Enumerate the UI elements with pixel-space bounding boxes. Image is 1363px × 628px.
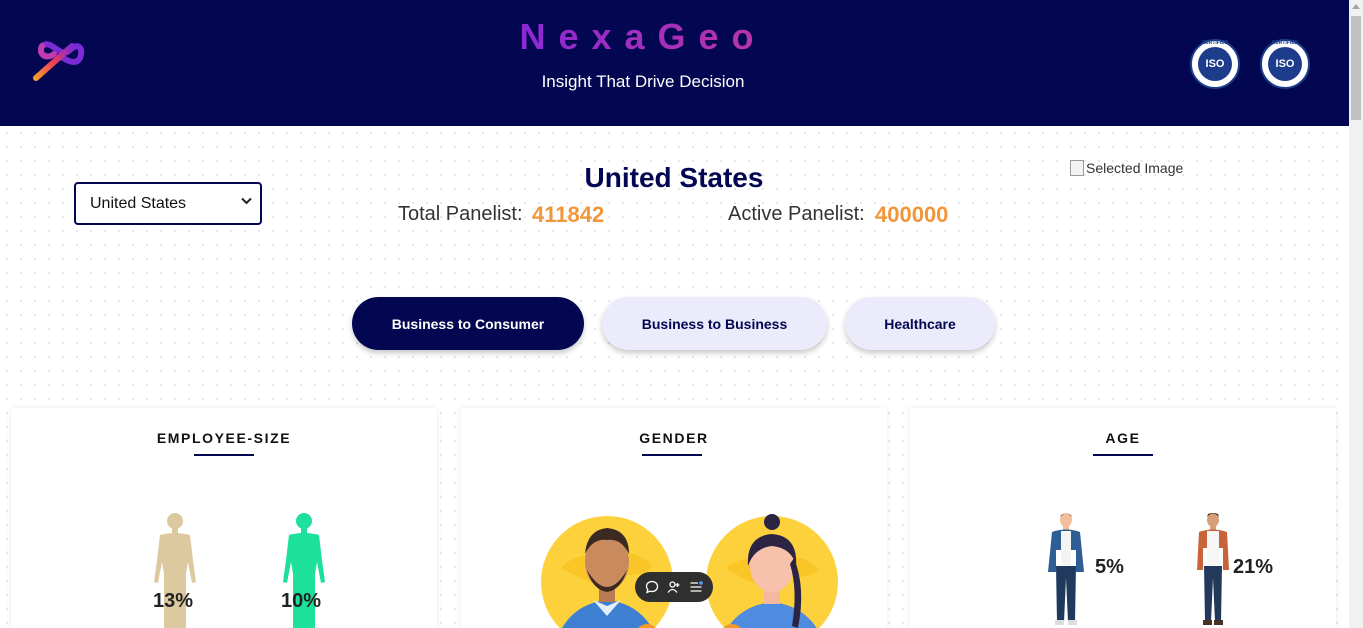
country-dropdown-value: United States	[90, 194, 187, 212]
iso-badge-top-text: CERTIFIED	[1271, 40, 1299, 46]
active-panelist-value: 400000	[875, 202, 949, 227]
adult-man-figure-icon	[1197, 513, 1229, 625]
total-panelist-value: 411842	[532, 202, 605, 227]
selected-country-image: Selected Image	[1070, 160, 1183, 176]
male-avatar-icon	[541, 516, 673, 628]
menu-icon[interactable]	[687, 578, 705, 596]
young-man-figure-icon	[1048, 513, 1084, 625]
iso-badge-icon: CERTIFIED ISO	[1190, 39, 1240, 89]
card-title: EMPLOYEE-SIZE	[156, 430, 292, 446]
age-card: AGE 5% 21%	[910, 408, 1336, 628]
site-header: NexaGeo Insight That Drive Decision CERT…	[0, 0, 1349, 126]
active-panelist-label: Active Panelist:	[728, 203, 865, 225]
floating-toolbar	[635, 572, 713, 602]
card-title: GENDER	[639, 430, 709, 446]
card-title: AGE	[1105, 430, 1141, 446]
tab-business-to-consumer[interactable]: Business to Consumer	[352, 297, 584, 350]
page-scrollbar[interactable]	[1349, 0, 1363, 628]
iso-badge-label: ISO	[1268, 47, 1302, 81]
country-dropdown[interactable]: United States	[74, 182, 262, 225]
broken-image-icon	[1070, 160, 1084, 176]
chat-icon[interactable]	[643, 578, 661, 596]
scrollbar-thumb[interactable]	[1351, 16, 1361, 120]
add-user-icon[interactable]	[665, 578, 683, 596]
card-title-underline	[1093, 454, 1153, 456]
tab-business-to-business[interactable]: Business to Business	[602, 297, 827, 350]
brand-tagline: Insight That Drive Decision	[541, 72, 745, 91]
employee-size-value: 13%	[153, 590, 194, 612]
total-panelist-label: Total Panelist:	[398, 203, 523, 225]
age-group-value: 5%	[1095, 556, 1124, 578]
chevron-down-icon	[241, 197, 252, 205]
card-title-underline	[194, 454, 254, 456]
female-avatar-icon	[706, 514, 838, 628]
employee-size-card: EMPLOYEE-SIZE 13% 10%	[11, 408, 437, 628]
brand-title: NexaGeo	[0, 16, 1286, 58]
scroll-up-arrow-icon[interactable]	[1352, 4, 1360, 9]
country-title: United States	[584, 162, 764, 193]
iso-badge-label: ISO	[1198, 47, 1232, 81]
tab-healthcare[interactable]: Healthcare	[845, 297, 995, 350]
iso-badge-top-text: CERTIFIED	[1201, 40, 1229, 46]
employee-size-value: 10%	[281, 590, 322, 612]
age-group-value: 21%	[1233, 556, 1274, 578]
selected-image-alt-text: Selected Image	[1086, 160, 1184, 176]
iso-badge-icon: CERTIFIED ISO	[1260, 39, 1310, 89]
card-title-underline	[642, 454, 702, 456]
